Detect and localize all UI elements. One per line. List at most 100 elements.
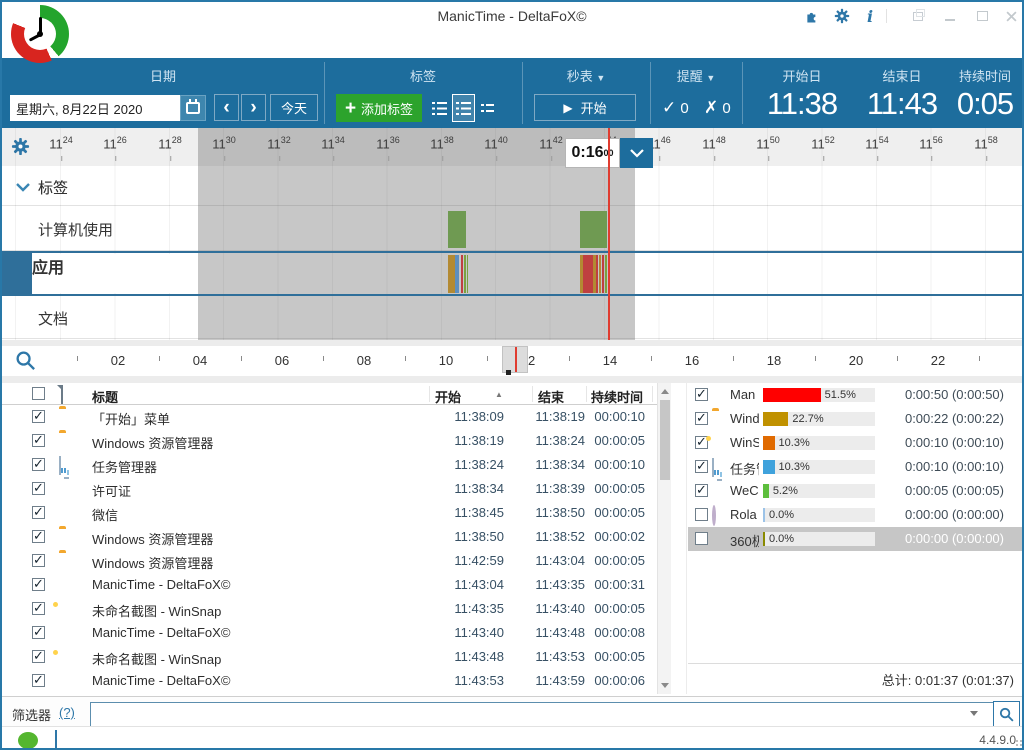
app-summary-row[interactable]: 任务管10.3%0:00:10 (0:00:10) <box>688 455 1024 479</box>
tag-view-detail-button[interactable] <box>452 94 475 122</box>
column-title[interactable]: 标题 <box>92 387 118 406</box>
table-row[interactable]: 未命名截图 - WinSnap11:43:4811:43:5300:00:05 <box>2 645 657 669</box>
table-row[interactable]: ManicTime - DeltaFoX©11:43:5311:43:5900:… <box>2 669 657 693</box>
close-button[interactable] <box>1000 7 1022 25</box>
resize-grip[interactable] <box>1015 739 1023 747</box>
pin-window-icon[interactable] <box>907 7 929 25</box>
reminder-section-label[interactable]: 提醒 ▼ <box>650 66 742 85</box>
table-row[interactable]: 微信11:38:4511:38:5000:00:05 <box>2 501 657 525</box>
row-checkbox[interactable] <box>695 532 708 545</box>
row-checkbox[interactable] <box>32 434 45 447</box>
table-row[interactable]: Windows 资源管理器11:38:5011:38:5200:00:02 <box>2 525 657 549</box>
tag-view-compact-button[interactable] <box>476 94 499 122</box>
column-start[interactable]: 开始 <box>435 387 461 406</box>
row-checkbox[interactable] <box>32 530 45 543</box>
header-checkbox[interactable] <box>32 387 45 405</box>
row-checkbox[interactable] <box>695 412 708 425</box>
scrollbar-thumb[interactable] <box>660 400 670 480</box>
table-row[interactable]: 「开始」菜单11:38:0911:38:1900:00:10 <box>2 405 657 429</box>
row-checkbox[interactable] <box>32 554 45 567</box>
app-summary-row[interactable]: Wind22.7%0:00:22 (0:00:22) <box>688 407 1024 431</box>
visible-range-box[interactable] <box>502 346 528 373</box>
row-checkbox[interactable] <box>32 626 45 639</box>
table-row[interactable]: ManicTime - DeltaFoX©11:43:0411:43:3500:… <box>2 573 657 597</box>
column-duration[interactable]: 持续时间 <box>591 387 643 406</box>
range-drag-handle[interactable] <box>506 370 511 375</box>
hour-label: 20 <box>849 353 863 368</box>
version-label: 4.4.9.0 <box>942 733 1016 747</box>
table-scrollbar[interactable] <box>657 383 671 694</box>
hour-scale: 02 04 06 08 10 12 14 16 18 20 22 <box>2 346 1024 376</box>
minimize-button[interactable] <box>939 7 961 25</box>
current-time-marker <box>608 128 610 340</box>
row-checkbox[interactable] <box>32 674 45 687</box>
zoom-magnifier-icon[interactable] <box>14 349 37 377</box>
app-summary-row[interactable]: WeC5.2%0:00:05 (0:00:05) <box>688 479 1024 503</box>
table-row[interactable]: ManicTime - DeltaFoX©11:43:4011:43:4800:… <box>2 621 657 645</box>
next-day-button[interactable]: › <box>241 94 266 121</box>
calendar-button[interactable] <box>180 95 206 121</box>
document-column-icon[interactable] <box>61 385 63 404</box>
time-tick: 1156 <box>919 135 943 151</box>
hour-label: 10 <box>439 353 453 368</box>
tag-view-list-button[interactable] <box>428 94 451 122</box>
time-tick: 1134 <box>321 135 345 151</box>
add-tag-button[interactable]: +添加标签 <box>336 94 422 122</box>
cross-icon: ✗ <box>704 98 718 117</box>
app-summary-row[interactable]: WinS10.3%0:00:10 (0:00:10) <box>688 431 1024 455</box>
selection-dropdown-button[interactable] <box>620 138 653 168</box>
table-row[interactable]: 未命名截图 - WinSnap11:43:3511:43:4000:00:05 <box>2 597 657 621</box>
settings-gear-icon[interactable] <box>831 7 853 25</box>
row-checkbox[interactable] <box>32 482 45 495</box>
row-checkbox[interactable] <box>32 650 45 663</box>
row-checkbox[interactable] <box>695 388 708 401</box>
column-end[interactable]: 结束 <box>538 387 564 406</box>
filter-dropdown-arrow[interactable] <box>970 711 978 716</box>
table-row[interactable]: Windows 资源管理器11:38:1911:38:2400:00:05 <box>2 429 657 453</box>
row-checkbox[interactable] <box>32 506 45 519</box>
timeline-row-label-tags: 标签 <box>38 177 68 198</box>
activity-bar[interactable] <box>580 211 607 248</box>
row-checkbox[interactable] <box>32 602 45 615</box>
rola-icon <box>712 505 716 526</box>
filter-input[interactable] <box>90 702 1016 727</box>
hour-label: 06 <box>275 353 289 368</box>
tags-section-label: 标签 <box>324 66 522 85</box>
table-row[interactable]: Windows 资源管理器11:42:5911:43:0400:00:05 <box>2 549 657 573</box>
scroll-up-arrow[interactable] <box>661 389 669 394</box>
info-icon[interactable]: i <box>859 7 881 25</box>
app-window: ManicTime - DeltaFoX© i 天 未标记的时间 时间表 统计信… <box>0 0 1024 750</box>
table-row[interactable]: 任务管理器11:38:2411:38:3400:00:10 <box>2 453 657 477</box>
day-start-time: 11:38 <box>754 86 850 122</box>
today-button[interactable]: 今天 <box>270 94 318 121</box>
hour-tick <box>651 356 652 361</box>
toolbar: 日期 ‹ › 今天 标签 +添加标签 秒表 ▼ ▶开始 提醒 ▼ ✓ 0 ✗ 0… <box>2 58 1022 128</box>
maximize-button[interactable] <box>971 7 993 25</box>
app-summary-row[interactable]: Rola0.0%0:00:00 (0:00:00) <box>688 503 1024 527</box>
activity-bar[interactable] <box>448 211 466 248</box>
stopwatch-section-label[interactable]: 秒表 ▼ <box>522 66 650 85</box>
table-row[interactable]: 许可证11:38:3411:38:3900:00:05 <box>2 477 657 501</box>
day-duration-label: 持续时间 <box>946 66 1024 85</box>
stopwatch-start-button[interactable]: ▶开始 <box>534 94 636 121</box>
current-time-mini-marker <box>515 347 517 372</box>
row-checkbox[interactable] <box>32 578 45 591</box>
row-checkbox[interactable] <box>695 508 708 521</box>
row-checkbox[interactable] <box>32 458 45 471</box>
date-input[interactable] <box>10 95 192 121</box>
row-checkbox[interactable] <box>695 460 708 473</box>
time-tick: 1124 <box>49 135 73 151</box>
filter-search-button[interactable] <box>993 701 1020 727</box>
hour-tick <box>569 356 570 361</box>
row-checkbox[interactable] <box>695 484 708 497</box>
filter-help-link[interactable]: (?) <box>59 705 75 720</box>
time-tick: 1128 <box>158 135 182 151</box>
row-checkbox[interactable] <box>32 410 45 423</box>
plugins-icon[interactable] <box>800 7 822 25</box>
prev-day-button[interactable]: ‹ <box>214 94 239 121</box>
app-summary-row-selected[interactable]: 360极0.0%0:00:00 (0:00:00) <box>688 527 1024 551</box>
time-tick: 1142 <box>539 135 563 151</box>
scroll-down-arrow[interactable] <box>661 683 669 688</box>
app-summary-row[interactable]: Man51.5%0:00:50 (0:00:50) <box>688 383 1024 407</box>
timeline-row-applications-selected[interactable]: 应用 <box>2 251 1024 296</box>
